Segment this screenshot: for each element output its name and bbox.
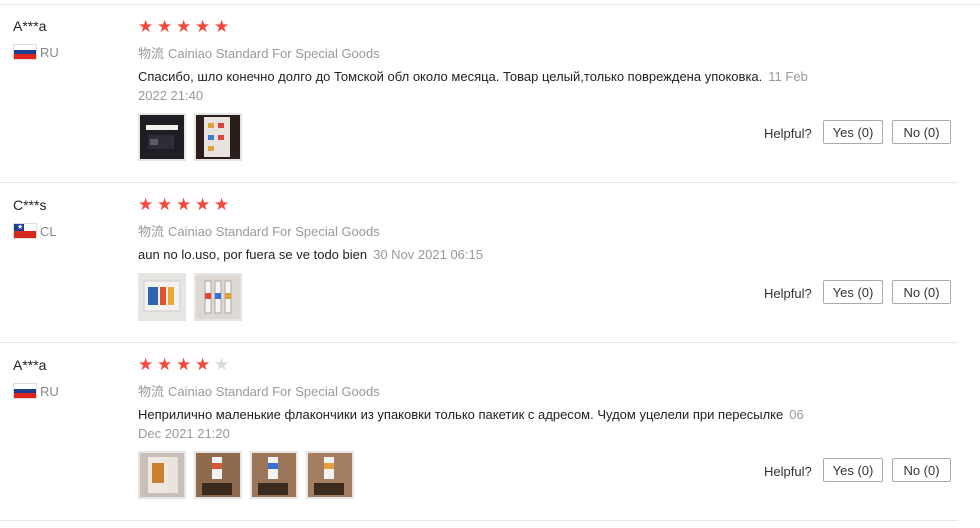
top-divider xyxy=(0,4,980,5)
helpful-no-button[interactable]: No (0) xyxy=(892,120,951,144)
review-divider xyxy=(0,520,958,521)
russia-flag-icon xyxy=(13,44,37,60)
reviewer-country: ★ CL xyxy=(13,223,57,239)
shipping-name: Cainiao Standard For Special Goods xyxy=(168,224,380,239)
star-filled-icon: ★ xyxy=(195,355,211,374)
star-filled-icon: ★ xyxy=(176,17,192,36)
review-body: Неприлично маленькие флакончики из упако… xyxy=(138,407,784,422)
review-date-cont: 2022 21:40 xyxy=(138,88,204,103)
star-filled-icon: ★ xyxy=(214,195,230,214)
star-filled-icon: ★ xyxy=(176,195,192,214)
review-date: 06 xyxy=(789,407,804,422)
shipping-method: 物流 Cainiao Standard For Special Goods xyxy=(138,381,380,400)
review-photo-thumbnail[interactable] xyxy=(194,273,242,321)
helpful-no-button[interactable]: No (0) xyxy=(892,280,951,304)
helpful-yes-button[interactable]: Yes (0) xyxy=(823,120,883,144)
review-photo-thumbnail[interactable] xyxy=(306,451,354,499)
star-filled-icon: ★ xyxy=(214,17,230,36)
review-divider xyxy=(0,182,958,183)
star-filled-icon: ★ xyxy=(157,17,173,36)
star-filled-icon: ★ xyxy=(138,195,154,214)
rating-stars: ★ ★ ★ ★ ★ xyxy=(138,196,233,214)
helpful-yes-button[interactable]: Yes (0) xyxy=(823,280,883,304)
star-filled-icon: ★ xyxy=(157,195,173,214)
country-code: RU xyxy=(40,44,59,60)
review-photos xyxy=(138,273,250,321)
review-photo-thumbnail[interactable] xyxy=(138,451,186,499)
helpful-label: Helpful? xyxy=(764,126,812,141)
shipping-label: 物流 xyxy=(138,384,165,399)
russia-flag-icon xyxy=(13,383,37,399)
rating-stars: ★ ★ ★ ★ ★ xyxy=(138,356,233,374)
review-divider xyxy=(0,342,958,343)
helpful-label: Helpful? xyxy=(764,286,812,301)
review-date-cont: Dec 2021 21:20 xyxy=(138,426,230,441)
review-date: 30 Nov 2021 06:15 xyxy=(373,247,483,262)
shipping-name: Cainiao Standard For Special Goods xyxy=(168,46,380,61)
star-filled-icon: ★ xyxy=(138,355,154,374)
shipping-method: 物流 Cainiao Standard For Special Goods xyxy=(138,221,380,240)
reviewer-country: RU xyxy=(13,44,59,60)
review-photo-thumbnail[interactable] xyxy=(138,273,186,321)
review-photo-thumbnail[interactable] xyxy=(194,113,242,161)
review-text: Спасибо, шло конечно долго до Томской об… xyxy=(138,67,858,105)
country-code: CL xyxy=(40,223,57,239)
star-filled-icon: ★ xyxy=(195,195,211,214)
reviewer-name: A***a xyxy=(13,357,47,373)
helpful-yes-button[interactable]: Yes (0) xyxy=(823,458,883,482)
review-photos xyxy=(138,113,250,161)
review-body: aun no lo.uso, por fuera se ve todo bien xyxy=(138,247,368,262)
shipping-label: 物流 xyxy=(138,224,165,239)
review-photo-thumbnail[interactable] xyxy=(138,113,186,161)
star-filled-icon: ★ xyxy=(176,355,192,374)
star-empty-icon: ★ xyxy=(214,355,230,374)
review-text: aun no lo.uso, por fuera se ve todo bien… xyxy=(138,245,858,264)
shipping-label: 物流 xyxy=(138,46,165,61)
helpful-label: Helpful? xyxy=(764,464,812,479)
shipping-method: 物流 Cainiao Standard For Special Goods xyxy=(138,43,380,62)
reviewer-country: RU xyxy=(13,383,59,399)
review-photo-thumbnail[interactable] xyxy=(250,451,298,499)
rating-stars: ★ ★ ★ ★ ★ xyxy=(138,18,233,36)
review-text: Неприлично маленькие флакончики из упако… xyxy=(138,405,858,443)
star-filled-icon: ★ xyxy=(157,355,173,374)
shipping-name: Cainiao Standard For Special Goods xyxy=(168,384,380,399)
star-filled-icon: ★ xyxy=(195,17,211,36)
review-date: 11 Feb xyxy=(768,69,808,84)
chile-flag-icon: ★ xyxy=(13,223,37,239)
reviewer-name: A***a xyxy=(13,18,47,34)
reviewer-name: C***s xyxy=(13,197,47,213)
country-code: RU xyxy=(40,383,59,399)
review-photos xyxy=(138,451,362,499)
review-photo-thumbnail[interactable] xyxy=(194,451,242,499)
review-body: Спасибо, шло конечно долго до Томской об… xyxy=(138,69,763,84)
helpful-no-button[interactable]: No (0) xyxy=(892,458,951,482)
star-filled-icon: ★ xyxy=(138,17,154,36)
